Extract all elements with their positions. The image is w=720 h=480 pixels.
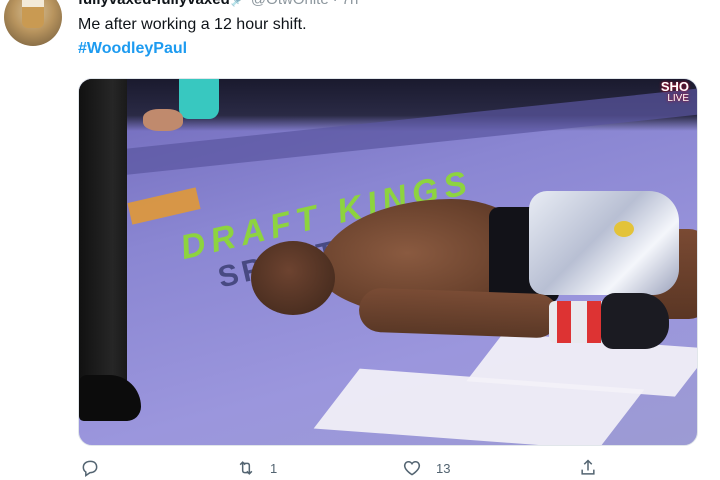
teal-object xyxy=(179,79,219,119)
hashtag-link[interactable]: #WoodleyPaul xyxy=(78,40,187,58)
reply-button[interactable] xyxy=(80,458,114,478)
avatar[interactable] xyxy=(4,0,62,46)
avatar-cup-image xyxy=(22,0,44,28)
tweet-header: fullyvaxed-fullyvaxed💉 @OtwOhite · 7h xyxy=(78,0,358,9)
retweet-icon xyxy=(239,461,253,475)
tweet-media-image[interactable]: DRAFT KINGS SPORTSBOOK SHO LIVE xyxy=(78,78,698,446)
mat-orange-mark xyxy=(127,187,201,225)
reply-icon xyxy=(82,460,98,477)
fighter-shorts xyxy=(529,191,679,295)
referee-shoe xyxy=(79,375,141,421)
heart-icon xyxy=(403,460,421,476)
network-logo-text: SHO xyxy=(660,79,689,94)
boxing-glove xyxy=(601,293,669,349)
separator-dot: · xyxy=(333,0,338,8)
retweet-button[interactable]: 1 xyxy=(236,458,277,478)
retweet-count: 1 xyxy=(270,460,278,476)
share-button[interactable] xyxy=(578,458,598,478)
share-icon xyxy=(581,459,595,475)
like-count: 13 xyxy=(436,460,451,476)
referee-leg xyxy=(79,79,127,409)
handle[interactable]: @OtwOhite xyxy=(251,0,329,8)
fighter-arm xyxy=(358,287,560,339)
shorts-patch xyxy=(614,221,634,237)
network-logo: SHO LIVE xyxy=(660,79,689,105)
hand-on-apron xyxy=(143,109,183,131)
timestamp[interactable]: 7h xyxy=(342,0,359,8)
like-button[interactable]: 13 xyxy=(402,458,450,478)
tweet-text: Me after working a 12 hour shift. xyxy=(78,16,307,33)
display-name[interactable]: fullyvaxed-fullyvaxed xyxy=(78,0,230,8)
live-label: LIVE xyxy=(667,93,689,104)
syringe-icon: 💉 xyxy=(231,0,247,8)
fighter-head xyxy=(251,241,335,315)
tweet-actions: 1 13 xyxy=(0,454,720,480)
glove-cuff xyxy=(549,301,609,343)
